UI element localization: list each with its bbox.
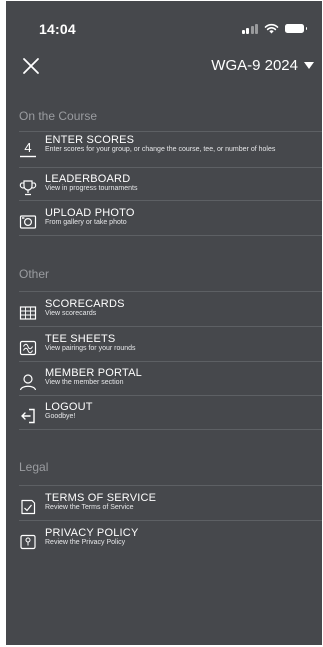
wifi-icon xyxy=(264,23,279,33)
divider xyxy=(19,167,322,168)
divider xyxy=(19,520,322,521)
menu-item-description: Enter scores for your group, or change t… xyxy=(45,146,276,153)
close-button[interactable] xyxy=(20,55,42,77)
menu-item-title: PRIVACY POLICY xyxy=(45,527,139,539)
menu-item-description: View scorecards xyxy=(45,310,97,317)
menu-item-title: LOGOUT xyxy=(45,401,93,413)
divider xyxy=(19,131,322,132)
divider xyxy=(19,485,322,486)
section-header-other: Other xyxy=(19,267,50,281)
tee-sheet-icon xyxy=(19,340,37,356)
section-header-legal: Legal xyxy=(19,460,49,474)
menu-item-title: TERMS OF SERVICE xyxy=(45,492,157,504)
divider xyxy=(19,291,322,292)
divider xyxy=(19,361,322,362)
tournament-selector[interactable]: WGA-9 2024 xyxy=(211,57,314,74)
terms-icon xyxy=(21,499,36,515)
close-icon xyxy=(23,58,39,74)
menu-item-enter-scores[interactable]: 4 ENTER SCORES Enter scores for your gro… xyxy=(6,134,322,168)
menu-item-description: Review the Privacy Policy xyxy=(45,539,126,546)
caret-down-icon xyxy=(304,62,314,69)
camera-icon xyxy=(19,215,37,229)
divider xyxy=(19,395,322,396)
svg-text:4: 4 xyxy=(24,140,31,155)
scorecard-4-icon: 4 xyxy=(20,140,36,158)
divider xyxy=(19,326,322,327)
status-icons xyxy=(241,21,307,35)
cellular-signal-icon xyxy=(241,23,258,34)
status-bar: 14:04 xyxy=(6,1,322,47)
privacy-icon xyxy=(20,534,36,550)
menu-item-title: UPLOAD PHOTO xyxy=(45,207,135,219)
menu-item-title: LEADERBOARD xyxy=(45,173,131,185)
menu-item-title: ENTER SCORES xyxy=(45,134,135,146)
divider xyxy=(19,429,322,430)
menu-item-description: View in progress tournaments xyxy=(45,185,138,192)
menu-item-title: TEE SHEETS xyxy=(45,333,116,345)
menu-item-description: View the member section xyxy=(45,379,124,386)
menu-item-description: View pairings for your rounds xyxy=(45,345,136,352)
grid-icon xyxy=(19,306,37,320)
menu-item-privacy-policy[interactable]: PRIVACY POLICY Review the Privacy Policy xyxy=(6,527,322,561)
battery-icon xyxy=(285,23,307,33)
divider xyxy=(19,235,322,236)
menu-item-title: MEMBER PORTAL xyxy=(45,367,142,379)
menu-item-description: From gallery or take photo xyxy=(45,219,127,226)
menu-item-description: Review the Terms of Service xyxy=(45,504,134,511)
logout-icon xyxy=(21,408,35,424)
menu-screen: 14:04 WGA-9 2024 On the Course 4 ENTER S… xyxy=(6,1,322,645)
menu-item-leaderboard[interactable]: LEADERBOARD View in progress tournaments xyxy=(6,173,322,207)
menu-item-description: Goodbye! xyxy=(45,413,76,420)
top-bar: WGA-9 2024 xyxy=(6,51,322,81)
trophy-icon xyxy=(19,180,37,196)
status-time: 14:04 xyxy=(39,21,76,37)
divider xyxy=(19,200,322,201)
tournament-name: WGA-9 2024 xyxy=(211,57,298,74)
user-icon xyxy=(19,374,37,391)
section-header-on-the-course: On the Course xyxy=(19,109,98,123)
menu-item-title: SCORECARDS xyxy=(45,298,125,310)
